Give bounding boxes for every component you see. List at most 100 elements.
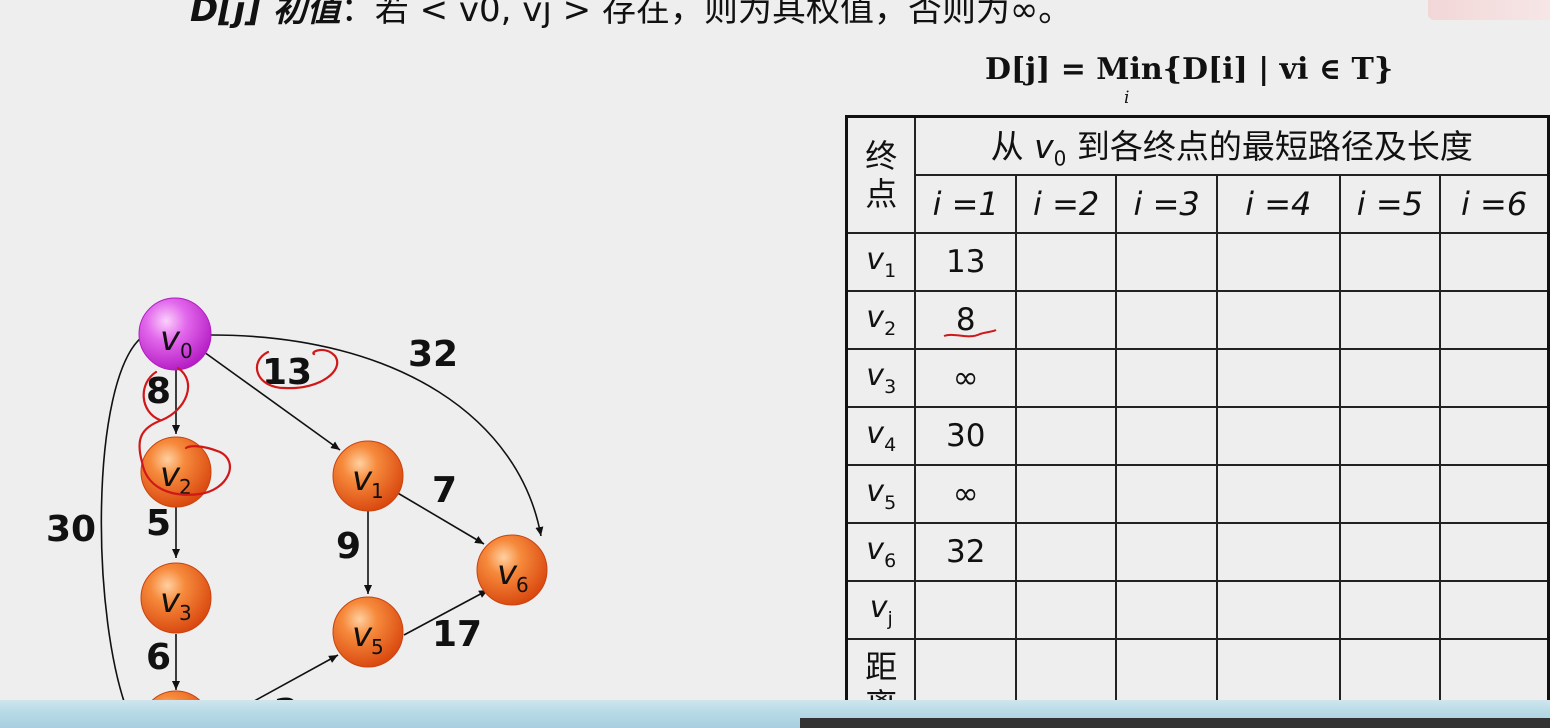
row-label-v: v: [866, 299, 885, 335]
table-cell: [1115, 405, 1218, 466]
table-cell: ∞: [914, 463, 1017, 524]
weight-v5-v6: 17: [432, 614, 482, 655]
table-row: v3 ∞: [845, 347, 1550, 408]
table-cell: [914, 579, 1017, 640]
col-header-4: i =4: [1215, 173, 1341, 234]
node-v6: v 6: [476, 534, 548, 606]
node-v5: v 5: [332, 596, 404, 668]
col-header-3: i =3: [1115, 173, 1218, 234]
table-cell: [1115, 289, 1218, 350]
table-cell: [1115, 347, 1218, 408]
table-row: vj: [845, 579, 1550, 640]
row-label-v: v: [866, 415, 885, 451]
title-prefix: 从: [990, 127, 1035, 167]
col-header-2: i =2: [1014, 173, 1118, 234]
table-cell: 8: [914, 289, 1017, 350]
title-suffix: 到各终点的最短路径及长度: [1066, 127, 1473, 167]
table-cell: [1439, 347, 1550, 408]
node-v0-sub: 0: [180, 339, 193, 363]
node-v3-label: v: [160, 581, 181, 621]
row-label: v3: [845, 347, 917, 408]
formula-text: D[j] = Min{D[i] | vi ∈ T}: [985, 52, 1394, 87]
corner-label: 终 点: [845, 115, 917, 234]
node-v6-sub: 6: [516, 573, 529, 597]
edge-weights: 8 13 32 30 5 6 2 9 7 17: [46, 334, 482, 728]
row-label-sub: 2: [884, 317, 897, 340]
table-cell: [1338, 289, 1442, 350]
row-label-v: v: [866, 241, 885, 277]
row-label-sub: j: [887, 607, 893, 630]
nodes: v 0 v 2 v 1 v 3 v 5 v 6: [138, 297, 548, 728]
table-cell: [1115, 231, 1218, 292]
presenter-thumbnail: [1428, 0, 1550, 20]
table-cell: [1014, 231, 1118, 292]
title-v: v: [1034, 127, 1054, 167]
col-header-5: i =5: [1338, 173, 1442, 234]
table-cell: 30: [914, 405, 1017, 466]
row-label: vj: [845, 579, 917, 640]
corner-label-2: 点: [865, 174, 898, 213]
edge-v0-v4: [100, 336, 143, 719]
table-row: v6 32: [845, 521, 1550, 582]
table-cell: [1215, 347, 1341, 408]
table-cell: 13: [914, 231, 1017, 292]
table-cell: ∞: [914, 347, 1017, 408]
bottom-band-shadow: [800, 718, 1550, 728]
table-cell: [1215, 463, 1341, 524]
row-label: v6: [845, 521, 917, 582]
node-v6-label: v: [497, 553, 518, 593]
table-title: 从 v0 到各终点的最短路径及长度: [914, 115, 1550, 176]
weight-v2-v3: 5: [146, 503, 171, 544]
node-v0-label: v: [160, 319, 181, 359]
table-cell: [1215, 579, 1341, 640]
weight-v0-v4: 30: [46, 509, 96, 550]
row-label-sub: 1: [884, 259, 897, 282]
table-cell: [1115, 463, 1218, 524]
row-label-v: v: [866, 473, 885, 509]
table-cell: [1215, 231, 1341, 292]
weight-v1-v6: 7: [432, 470, 457, 511]
title-sub: 0: [1053, 147, 1067, 172]
table-cell: [1439, 405, 1550, 466]
row-label-v: v: [869, 589, 888, 625]
table-row: v5 ∞: [845, 463, 1550, 524]
row-label-sub: 3: [884, 375, 897, 398]
distance-label-char: 距: [865, 647, 898, 686]
table-cell: [1115, 521, 1218, 582]
table-cell: [1439, 289, 1550, 350]
table-cell: [1439, 579, 1550, 640]
slide: D[j] 初值：若 < v0, vj > 存在，则为其权值，否则为∞。 D[j]…: [0, 0, 1550, 728]
table-row: v1 13: [845, 231, 1550, 292]
row-label: v2: [845, 289, 917, 350]
graph-diagram: 8 13 32 30 5 6 2 9 7 17 v 0 v 2: [46, 297, 548, 728]
row-label-v: v: [866, 531, 885, 567]
table-cell: [1115, 579, 1218, 640]
table-cell: [1439, 231, 1550, 292]
node-v3: v 3: [140, 562, 212, 634]
table-cell: [1014, 405, 1118, 466]
table-cell: [1338, 579, 1442, 640]
node-v0: v 0: [138, 297, 212, 371]
weight-v0-v6: 32: [408, 334, 458, 375]
corner-label-1: 终: [865, 136, 898, 175]
table-cell: [1014, 289, 1118, 350]
table-row: v2 8: [845, 289, 1550, 350]
node-v5-sub: 5: [371, 635, 384, 659]
annotation-underline-13: [944, 328, 997, 337]
weight-v3-v4: 6: [146, 637, 171, 678]
weight-v1-v5: 9: [336, 526, 361, 567]
row-label: v4: [845, 405, 917, 466]
table-cell: [1014, 463, 1118, 524]
node-v1-sub: 1: [371, 479, 384, 503]
table-cell: [1014, 521, 1118, 582]
node-v1-label: v: [352, 459, 373, 499]
table-cell: [1014, 347, 1118, 408]
node-v1: v 1: [332, 440, 404, 512]
row-label-sub: 5: [884, 491, 897, 514]
row-label-v: v: [866, 357, 885, 393]
col-header-6: i =6: [1439, 173, 1550, 234]
table-cell: [1014, 579, 1118, 640]
table-cell: [1338, 405, 1442, 466]
table-cell: [1439, 521, 1550, 582]
row-label: v5: [845, 463, 917, 524]
